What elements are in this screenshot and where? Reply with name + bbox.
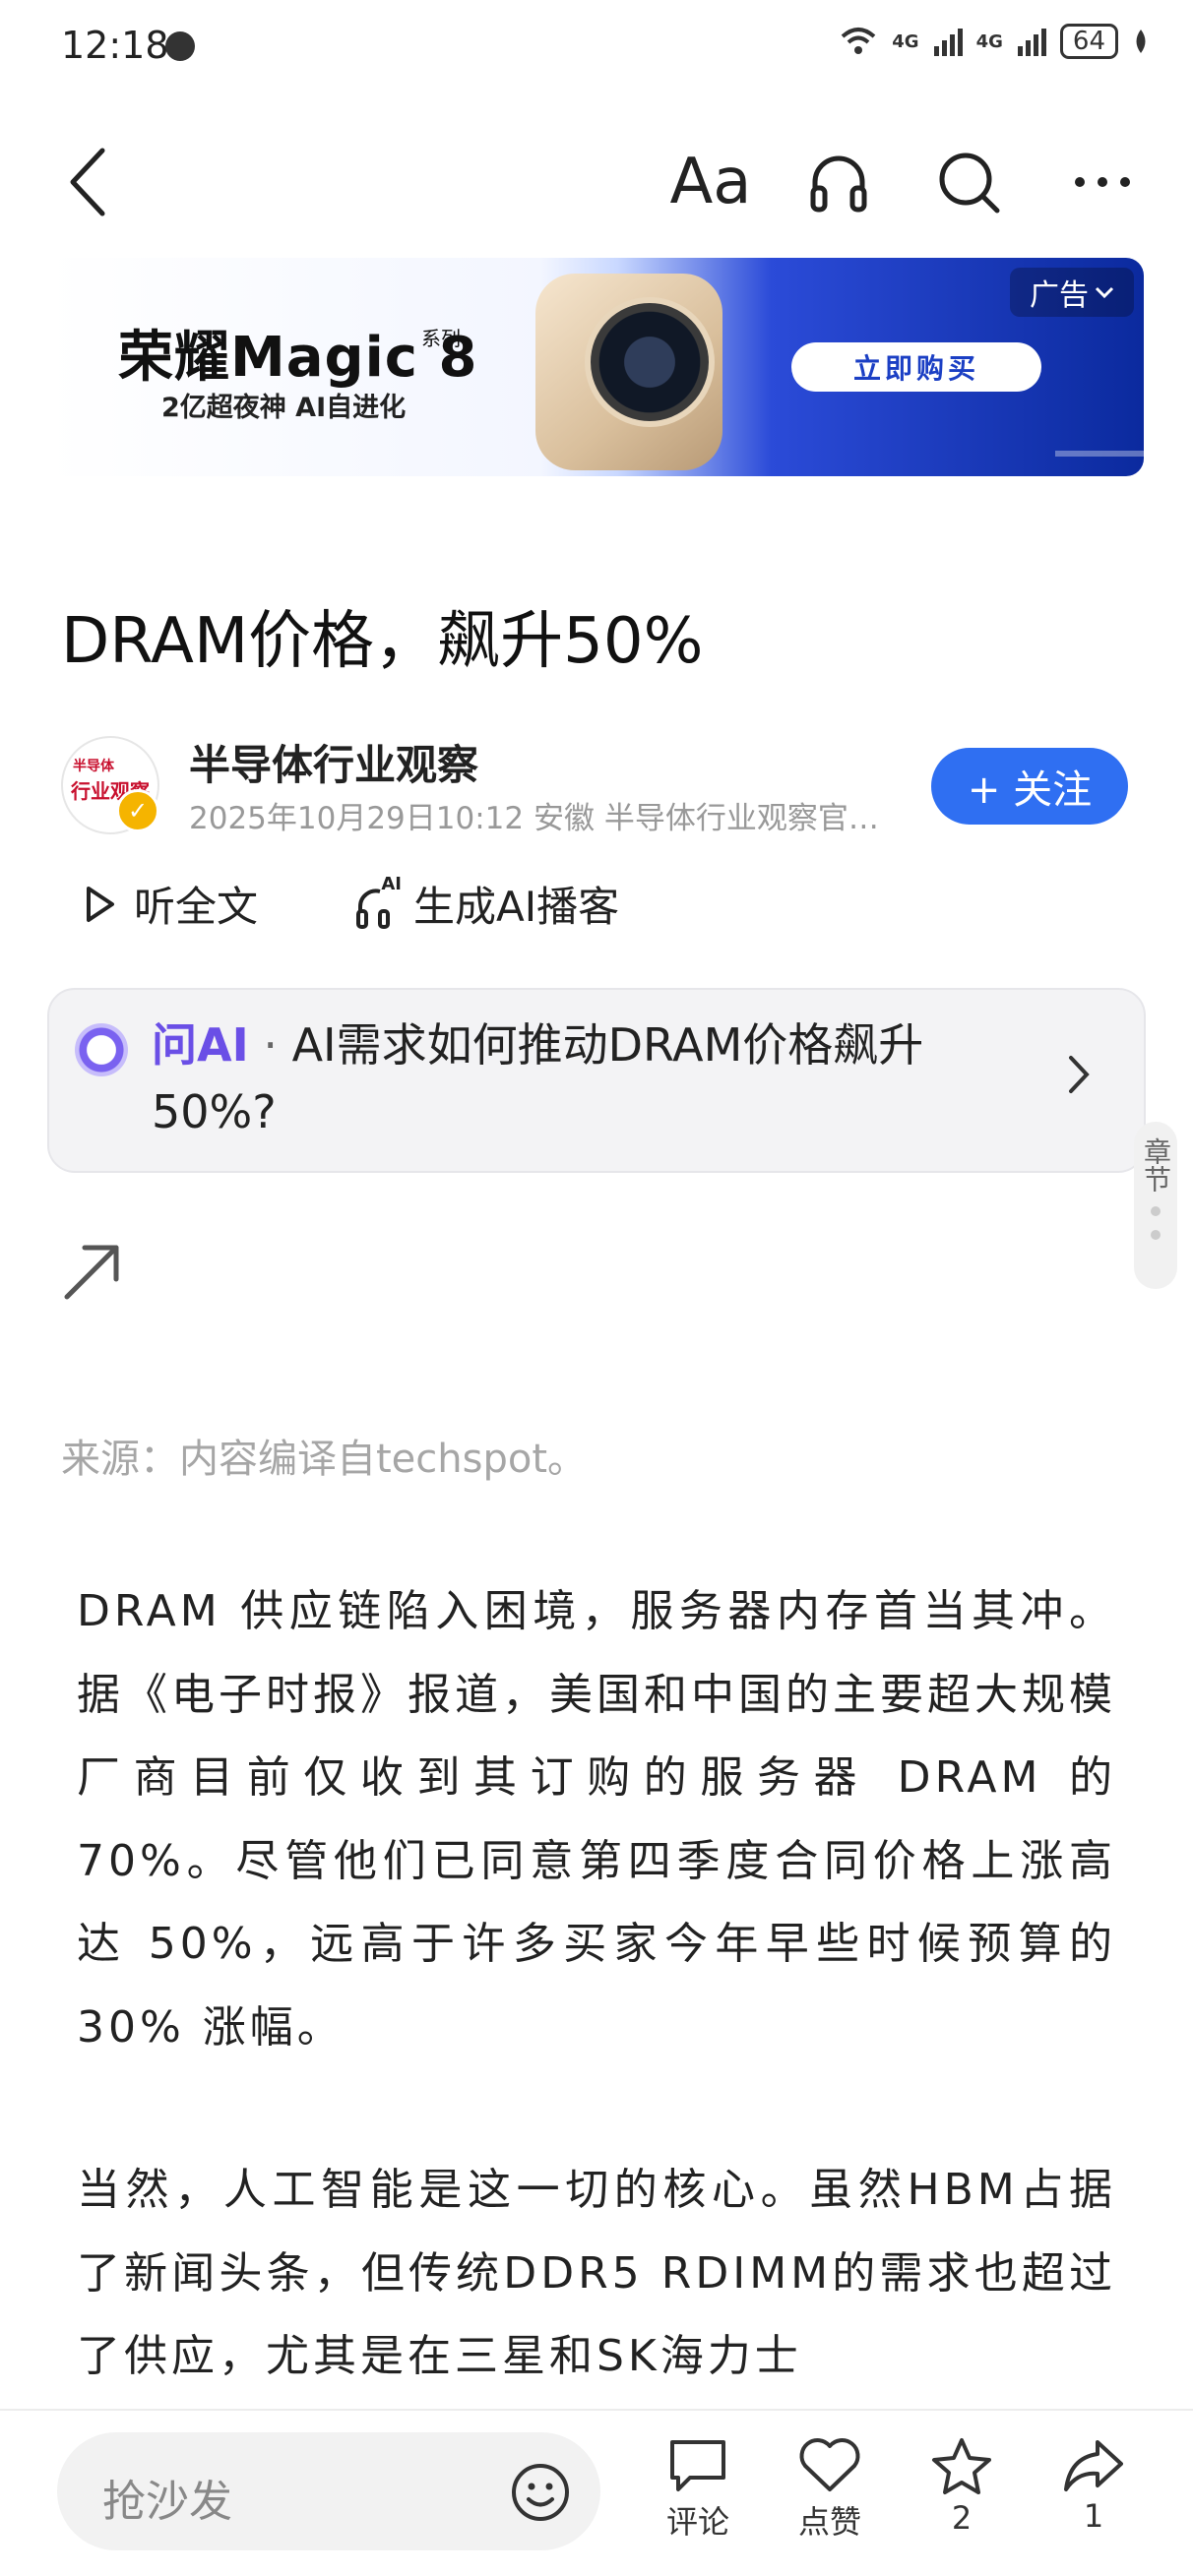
chevron-left-icon [70,148,105,216]
ad-fine-print [1055,451,1144,457]
star-icon [932,2438,991,2494]
podcast-label: 生成AI播客 [413,883,620,931]
share-button[interactable]: 1 [1039,2436,1148,2535]
wifi-icon [841,28,876,54]
verified-badge-icon: ✓ [116,789,159,832]
headphones-icon [810,155,867,213]
comment-label: 评论 [665,2503,729,2541]
ad-tag-button[interactable]: 广告 [1010,268,1134,317]
ask-ai-logo-icon [75,1023,128,1076]
font-size-button[interactable]: Aa [669,138,752,226]
like-button[interactable]: 点赞 [776,2436,884,2543]
listen-button[interactable] [799,138,878,226]
ai-tag: AI [381,873,402,894]
arrow-up-right-icon [64,1245,119,1300]
alarm-icon [165,31,195,61]
ai-headphones-icon: AI [354,874,402,929]
chapter-nav-button[interactable]: 章节 [1134,1122,1177,1289]
search-button[interactable] [929,138,1008,226]
comment-icon [670,2440,725,2491]
more-icon [1075,177,1130,187]
status-icons: 4G 4G 64 [839,24,1150,59]
battery-indicator: 64 [1059,24,1118,59]
heart-icon [799,2438,860,2491]
ask-ai-text[interactable]: 问AI · AI需求如何推动DRAM价格飙升50%? [152,1012,1018,1145]
author-meta: 2025年10月29日10:12 安徽 半导体行业观察官方账号 [189,801,898,836]
play-icon [87,886,114,922]
network-label-2: 4G [975,31,1003,52]
listen-full-button[interactable]: 听全文 [85,874,258,934]
chapter-dot [1151,1206,1161,1216]
more-button[interactable] [1063,138,1142,226]
chevron-down-icon [1095,286,1114,299]
ask-ai-brand: 问AI [152,1018,249,1072]
network-label: 4G [892,31,919,52]
comment-placeholder: 抢沙发 [102,2477,232,2527]
leaf-icon [1136,30,1146,53]
expand-button[interactable] [61,1240,124,1307]
chapter-label: 章节 [1140,1137,1172,1193]
like-label: 点赞 [797,2503,861,2541]
listen-label: 听全文 [134,883,259,931]
avatar-text-1: 半导体 [73,759,114,774]
follow-button[interactable]: + 关注 [931,748,1128,825]
ad-subtitle: 2亿超夜神 AI自进化 [161,393,407,423]
emoji-button[interactable] [510,2462,571,2527]
share-count: 1 [1083,2497,1104,2535]
comment-button[interactable]: 评论 [644,2436,752,2543]
ad-banner[interactable]: 荣耀Magic 8 系列 2亿超夜神 AI自进化 立即购买 广告 [47,258,1144,476]
article-title: DRAM价格，飙升50% [61,605,704,678]
signal-icon [933,29,963,56]
camera-module-image [585,297,715,427]
share-icon [1064,2440,1123,2491]
generate-podcast-button[interactable]: AI 生成AI播客 [354,874,619,934]
favorite-button[interactable]: 2 [908,2436,1016,2537]
favorite-count: 2 [951,2499,973,2537]
ad-tag-label: 广告 [1030,278,1089,313]
article-paragraph-2: 当然，人工智能是这一切的核心。虽然HBM占据了新闻头条，但传统DDR5 RDIM… [77,2165,1116,2381]
chapter-dot [1151,1230,1161,1240]
signal-icon-2 [1017,29,1046,56]
search-icon [939,153,1000,214]
article-source: 来源：内容编译自techspot。 [61,1437,588,1482]
back-button[interactable] [57,138,116,226]
status-time: 12:18 [61,24,169,67]
ad-series: 系列 [421,327,461,350]
buy-now-button[interactable]: 立即购买 [791,342,1041,392]
ask-ai-separator: · [248,1018,292,1072]
chevron-right-icon [1067,1053,1091,1106]
author-name[interactable]: 半导体行业观察 [189,732,478,792]
article-paragraph-1: DRAM 供应链陷入困境，服务器内存首当其冲。据《电子时报》报道，美国和中国的主… [77,1586,1116,2053]
emoji-icon [512,2464,569,2521]
